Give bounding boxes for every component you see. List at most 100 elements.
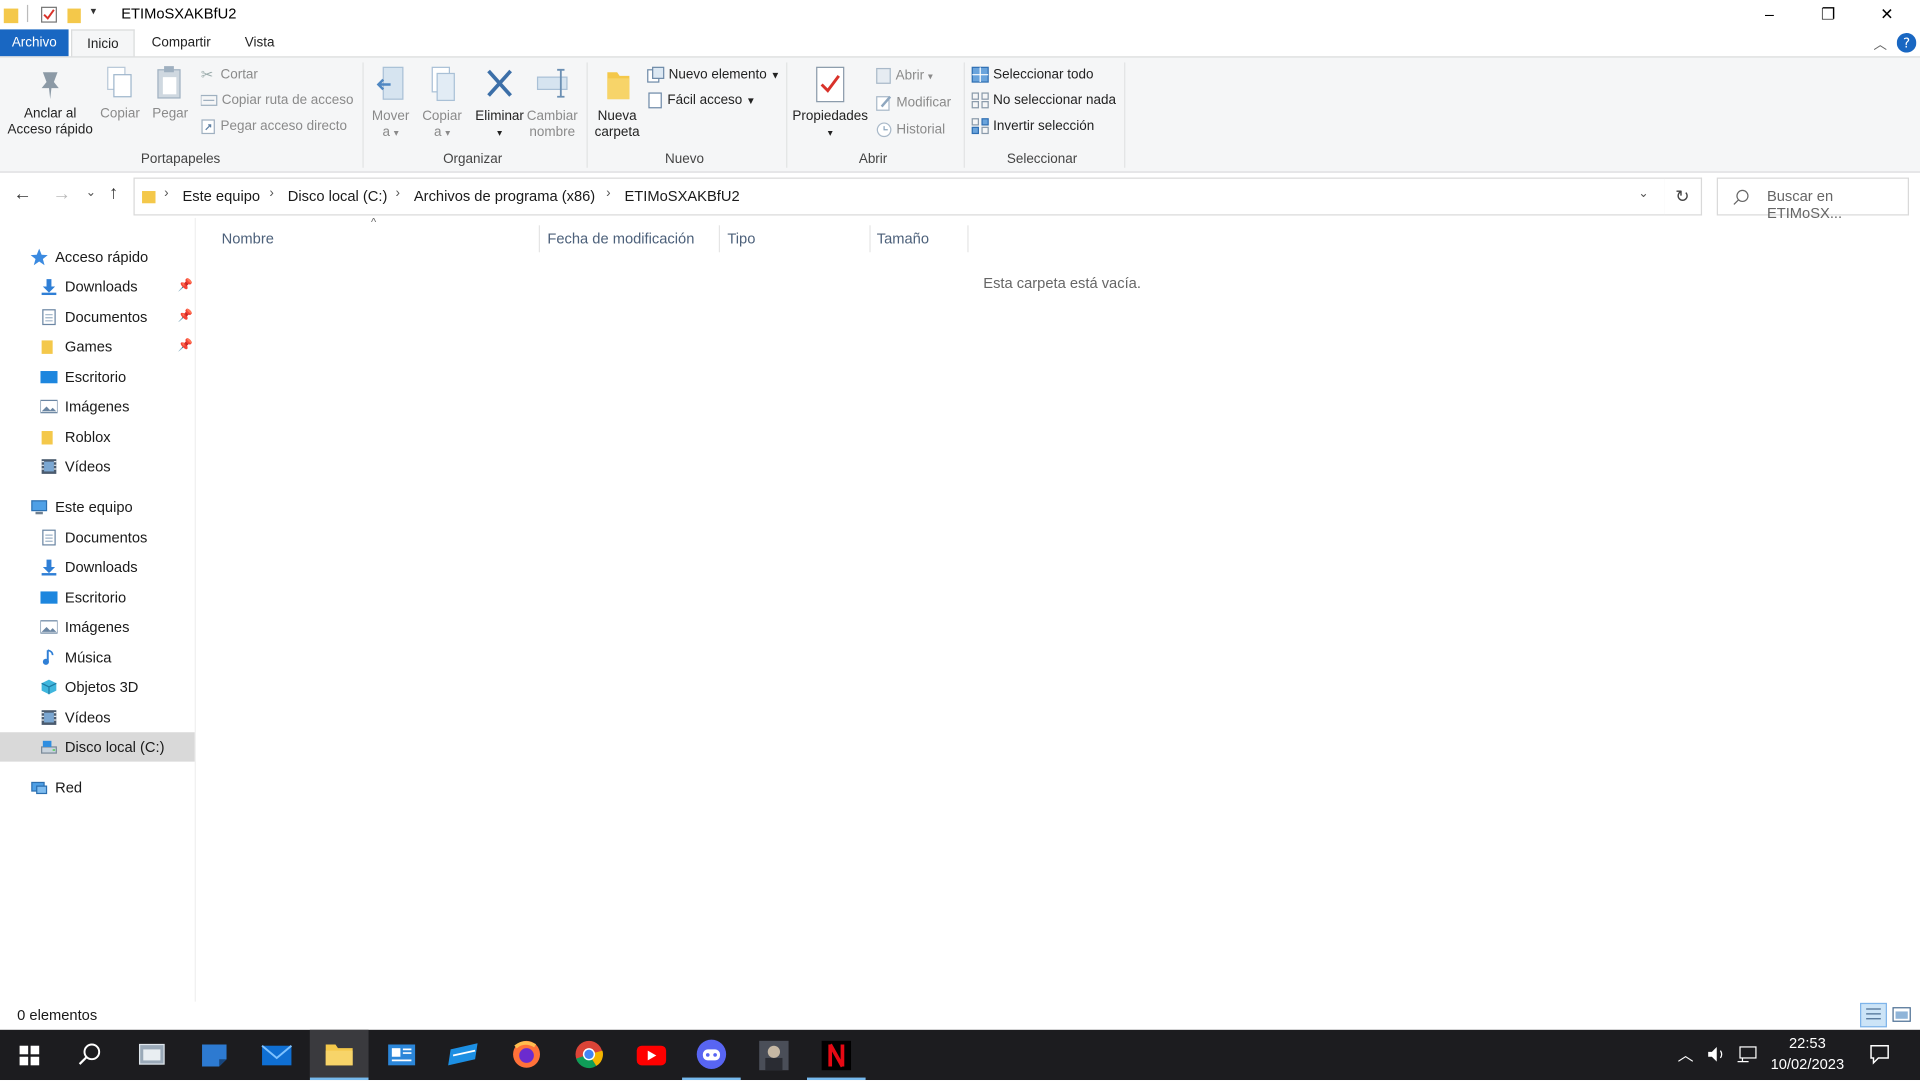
tab-inicio[interactable]: Inicio — [71, 29, 135, 58]
nav-qa-v-deos[interactable]: Vídeos — [0, 452, 195, 481]
nav-qa-escritorio[interactable]: Escritorio — [0, 362, 195, 391]
breadcrumb-current-folder[interactable]: ETIMoSXAKBfU2 — [624, 187, 739, 204]
nav-pc-objetos-3d[interactable]: Objetos 3D — [0, 672, 195, 701]
column-header-tamano[interactable]: Tamaño — [871, 228, 970, 255]
history-button[interactable]: Historial — [876, 119, 945, 141]
pin-icon[interactable]: 📌 — [178, 272, 193, 301]
taskbar-firefox[interactable] — [497, 1030, 556, 1080]
clock[interactable]: 22:53 10/02/2023 — [1763, 1033, 1851, 1075]
notifications-icon[interactable] — [1869, 1043, 1891, 1065]
nav-qa-im-genes[interactable]: Imágenes — [0, 392, 195, 421]
start-button[interactable] — [0, 1030, 59, 1080]
new-folder-icon[interactable] — [67, 6, 82, 24]
minimize-button[interactable]: – — [1741, 0, 1797, 29]
copy-button[interactable]: Copiar — [98, 65, 142, 123]
copy-path-button[interactable]: Copiar ruta de acceso — [200, 89, 353, 111]
customize-quick-access-icon[interactable]: ▾ — [91, 5, 97, 18]
taskbar-chrome[interactable] — [560, 1030, 619, 1080]
taskbar-app-2[interactable] — [185, 1030, 244, 1080]
nav-red[interactable]: Red — [0, 773, 195, 802]
computer-icon — [31, 500, 48, 515]
taskbar-app-3[interactable] — [372, 1030, 431, 1080]
taskbar-mail[interactable] — [247, 1030, 306, 1080]
taskbar-app-1[interactable] — [122, 1030, 181, 1080]
nav-item-label: Documentos — [64, 528, 148, 546]
pin-quick-access-button[interactable]: Anclar al Acceso rápido — [5, 67, 96, 138]
copy-to-button[interactable]: Copiar a ▾ — [419, 65, 466, 141]
open-button[interactable]: Abrir ▾ — [876, 65, 933, 87]
nav-pc-escritorio[interactable]: Escritorio — [0, 582, 195, 611]
nav-quick-access[interactable]: Acceso rápido — [0, 242, 195, 271]
chevron-right-icon[interactable]: › — [164, 186, 168, 201]
search-input[interactable]: Buscar en ETIMoSX... — [1767, 187, 1908, 221]
properties-button[interactable]: Propiedades ▾ — [790, 65, 871, 141]
search-box[interactable]: Buscar en ETIMoSX... — [1716, 177, 1909, 222]
nav-pc-documentos[interactable]: Documentos — [0, 522, 195, 551]
select-none-button[interactable]: No seleccionar nada — [971, 89, 1116, 111]
taskbar-search-button[interactable] — [60, 1030, 119, 1080]
taskbar-file-explorer[interactable] — [309, 1029, 369, 1081]
copy-label: Copiar — [100, 106, 140, 122]
address-dropdown-icon[interactable]: ⌄ — [1638, 187, 1648, 200]
nav-qa-documentos[interactable]: Documentos 📌 — [0, 302, 195, 331]
nav-pc-im-genes[interactable]: Imágenes — [0, 612, 195, 641]
maximize-button[interactable]: ❐ — [1800, 0, 1856, 29]
taskbar-netflix[interactable] — [806, 1030, 866, 1081]
properties-icon[interactable] — [40, 6, 57, 23]
nav-este-equipo[interactable]: Este equipo — [0, 492, 195, 521]
pin-icon[interactable]: 📌 — [178, 302, 193, 331]
rename-button[interactable]: Cambiar nombre — [524, 65, 580, 141]
paste-button[interactable]: Pegar — [147, 65, 194, 123]
collapse-ribbon-icon[interactable]: ︿ — [1873, 34, 1886, 54]
cut-button[interactable]: ✂ Cortar — [201, 64, 258, 86]
show-hidden-icons-icon[interactable]: ︿ — [1678, 1042, 1694, 1065]
large-icons-view-icon[interactable] — [1891, 1005, 1913, 1025]
address-bar[interactable]: › Este equipo › Disco local (C:) › Archi… — [133, 177, 1666, 216]
nav-qa-roblox[interactable]: Roblox — [0, 422, 195, 451]
chevron-right-icon[interactable]: › — [396, 186, 400, 201]
back-arrow-icon[interactable]: ← — [13, 184, 31, 205]
taskbar-app-4[interactable] — [435, 1030, 494, 1080]
column-header-nombre[interactable]: Nombre — [214, 228, 542, 255]
network-icon[interactable] — [1736, 1044, 1758, 1064]
details-view-icon[interactable] — [1860, 1002, 1887, 1028]
nav-qa-downloads[interactable]: Downloads 📌 — [0, 272, 195, 301]
breadcrumb-disco-local[interactable]: Disco local (C:) — [288, 187, 388, 204]
nav-pc-disco-local-c[interactable]: Disco local (C:) — [0, 732, 195, 762]
breadcrumb-este-equipo[interactable]: Este equipo — [182, 187, 260, 204]
select-all-button[interactable]: Seleccionar todo — [971, 64, 1093, 86]
forward-arrow-icon[interactable]: → — [53, 184, 71, 205]
nav-pc-downloads[interactable]: Downloads — [0, 552, 195, 581]
nav-qa-games[interactable]: Games 📌 — [0, 332, 195, 361]
new-item-button[interactable]: Nuevo elemento ▼ — [647, 64, 780, 86]
easy-access-button[interactable]: Fácil acceso ▼ — [647, 89, 756, 111]
chevron-right-icon[interactable]: › — [269, 186, 273, 201]
breadcrumb-archivos-de-programa[interactable]: Archivos de programa (x86) — [414, 187, 595, 204]
pin-icon[interactable]: 📌 — [178, 332, 193, 361]
move-to-button[interactable]: Mover a ▾ — [367, 65, 414, 141]
tab-compartir[interactable]: Compartir — [142, 29, 220, 56]
nav-pc-v-deos[interactable]: Vídeos — [0, 702, 195, 731]
paste-shortcut-button[interactable]: Pegar acceso directo — [201, 115, 347, 137]
column-divider[interactable] — [967, 225, 969, 253]
up-arrow-icon[interactable]: ↑ — [109, 182, 118, 203]
recent-locations-icon[interactable]: ⌄ — [86, 186, 96, 199]
volume-icon[interactable] — [1706, 1044, 1728, 1064]
close-button[interactable]: ✕ — [1859, 0, 1915, 29]
chevron-right-icon[interactable]: › — [606, 186, 610, 201]
new-folder-button[interactable]: Nueva carpeta — [591, 65, 642, 141]
tab-archivo[interactable]: Archivo — [0, 29, 69, 57]
invert-selection-button[interactable]: Invertir selección — [971, 115, 1094, 137]
delete-button[interactable]: Eliminar ▾ — [473, 65, 527, 141]
taskbar-game[interactable] — [744, 1030, 803, 1080]
taskbar-discord[interactable] — [682, 1030, 741, 1081]
nav-pc-m-sica[interactable]: Música — [0, 642, 195, 671]
edit-button[interactable]: Modificar — [876, 92, 951, 114]
tab-vista[interactable]: Vista — [235, 29, 284, 56]
column-header-fecha[interactable]: Fecha de modificación — [540, 228, 722, 255]
taskbar-youtube[interactable] — [622, 1030, 681, 1080]
refresh-icon[interactable]: ↻ — [1664, 177, 1703, 216]
help-icon[interactable]: ? — [1896, 33, 1917, 53]
column-header-tipo[interactable]: Tipo — [720, 228, 872, 255]
pane-splitter[interactable] — [194, 217, 196, 1002]
